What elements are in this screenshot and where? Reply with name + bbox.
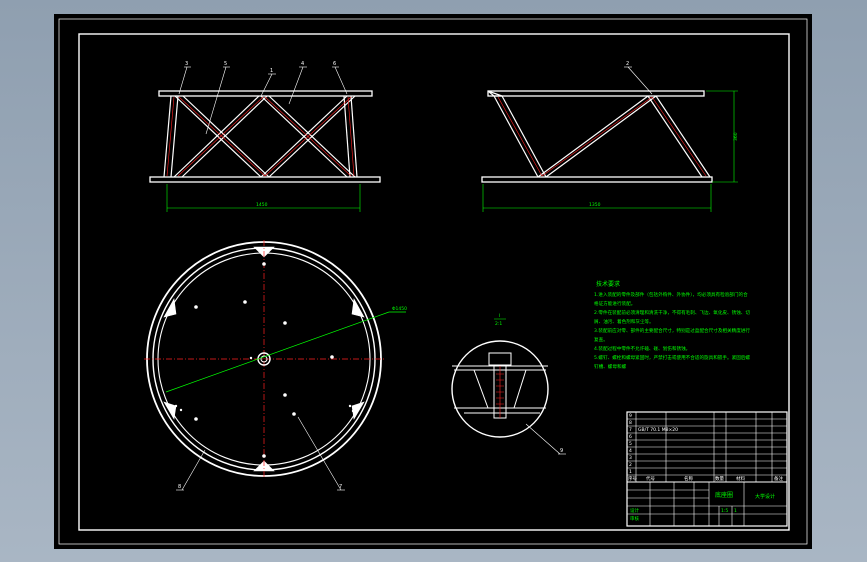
side-view: 2 1350 360	[481, 61, 739, 212]
header-code: 代号	[646, 475, 655, 482]
detail-label: I	[499, 313, 500, 319]
checker-label: 审核	[630, 515, 639, 522]
front-top-plate	[158, 90, 373, 97]
side-callout-2: 2	[626, 61, 629, 67]
front-width-dimension-text: 1450	[256, 202, 268, 208]
tech-req-line-3: 2.零件在装配前必须清理和清洗干净，不得有毛刺、飞边、氧化皮、锈蚀、切	[594, 309, 750, 316]
detail-geometry	[452, 352, 548, 419]
parts-row-7-no: 7	[629, 427, 632, 433]
inner-border	[78, 33, 790, 531]
header-qty: 数量	[715, 475, 724, 482]
sheet-value: 1	[734, 508, 737, 514]
company-name: 大学设计	[755, 493, 775, 500]
title-block: 9 8 7 GB/T 70.1 M8×20 6 5 4 3 2 1 序号 代号 …	[626, 411, 788, 527]
tech-req-line-4: 屑、油污、着色剂和灰尘等。	[594, 318, 654, 325]
side-base-plate	[481, 176, 713, 183]
side-truss-members	[487, 90, 711, 178]
parts-list-grid	[627, 412, 787, 483]
parts-row-7-code: GB/T 70.1 M8×20	[638, 427, 678, 433]
tech-req-line-6: 复查。	[594, 336, 608, 343]
detail-scale: 2:1	[495, 321, 502, 327]
tech-req-line-2: 格证方能进行装配。	[594, 300, 635, 307]
front-truss-members	[163, 95, 358, 178]
parts-row-8-no: 8	[629, 420, 632, 426]
top-callout-leaders	[176, 416, 345, 491]
header-name: 名称	[684, 475, 693, 482]
header-no: 序号	[628, 475, 637, 482]
side-top-plate	[487, 90, 705, 97]
tech-req-line-8: 5.螺钉、螺栓和螺母紧固时，严禁打击或使用不合适的旋具和扳手。紧固后螺	[594, 354, 750, 361]
parts-row-5-no: 5	[629, 441, 632, 447]
front-view: 3 5 1 4 6 1450	[149, 61, 381, 212]
header-material: 材料	[736, 475, 745, 482]
detail-view: I 2:1 9	[451, 313, 566, 455]
side-height-dimension-text: 360	[733, 132, 739, 141]
top-callout-8: 8	[178, 484, 181, 490]
cad-drawing: 3 5 1 4 6 1450 2 1350 360 Φ1450 8 7 I 2:…	[58, 18, 808, 545]
tech-req-line-1: 1.进入装配的零件及部件（包括外购件、外协件），均必须具有检验部门的合	[594, 291, 748, 298]
parts-row-1-no: 1	[629, 469, 632, 475]
tech-req-line-9: 钉槽、螺母和螺	[594, 363, 627, 370]
drawing-name: 底座圈	[715, 491, 733, 499]
side-callout-leader	[624, 66, 653, 95]
front-callout-1: 1	[270, 68, 273, 74]
parts-row-9-no: 9	[629, 413, 632, 419]
front-callout-3: 3	[185, 61, 188, 67]
tech-req-title: 技术要求	[596, 280, 620, 288]
front-callout-6: 6	[333, 61, 336, 67]
tech-req-line-7: 4.装配过程中零件不允许磕、碰、划伤和锈蚀。	[594, 345, 690, 352]
designer-label: 设计	[630, 507, 639, 514]
parts-row-6-no: 6	[629, 434, 632, 440]
bolt-holes	[174, 262, 355, 458]
diameter-leader	[165, 311, 390, 393]
top-callout-7: 7	[339, 484, 342, 490]
header-remark: 备注	[774, 475, 783, 482]
detail-callout-9: 9	[560, 448, 563, 454]
top-view: Φ1450 8 7	[144, 240, 407, 491]
technical-requirements: 技术要求 1.进入装配的零件及部件（包括外购件、外协件），均必须具有检验部门的合…	[594, 280, 750, 370]
tech-req-line-5: 3.装配前应对零、部件的主要配合尺寸，特别是过盈配合尺寸及相关精度进行	[594, 327, 750, 334]
parts-row-2-no: 2	[629, 462, 632, 468]
drawing-sheet: 3 5 1 4 6 1450 2 1350 360 Φ1450 8 7 I 2:…	[54, 14, 812, 549]
front-callout-5: 5	[224, 61, 227, 67]
diameter-dimension-text: Φ1450	[392, 306, 407, 312]
title-block-lower-grid	[627, 482, 787, 526]
top-view-centerlines	[144, 240, 384, 478]
front-base-plate	[149, 176, 381, 183]
front-callout-4: 4	[301, 61, 304, 67]
scale-value: 1:5	[721, 508, 728, 514]
parts-row-3-no: 3	[629, 455, 632, 461]
parts-row-4-no: 4	[629, 448, 632, 454]
side-width-dimension-text: 1350	[589, 202, 601, 208]
